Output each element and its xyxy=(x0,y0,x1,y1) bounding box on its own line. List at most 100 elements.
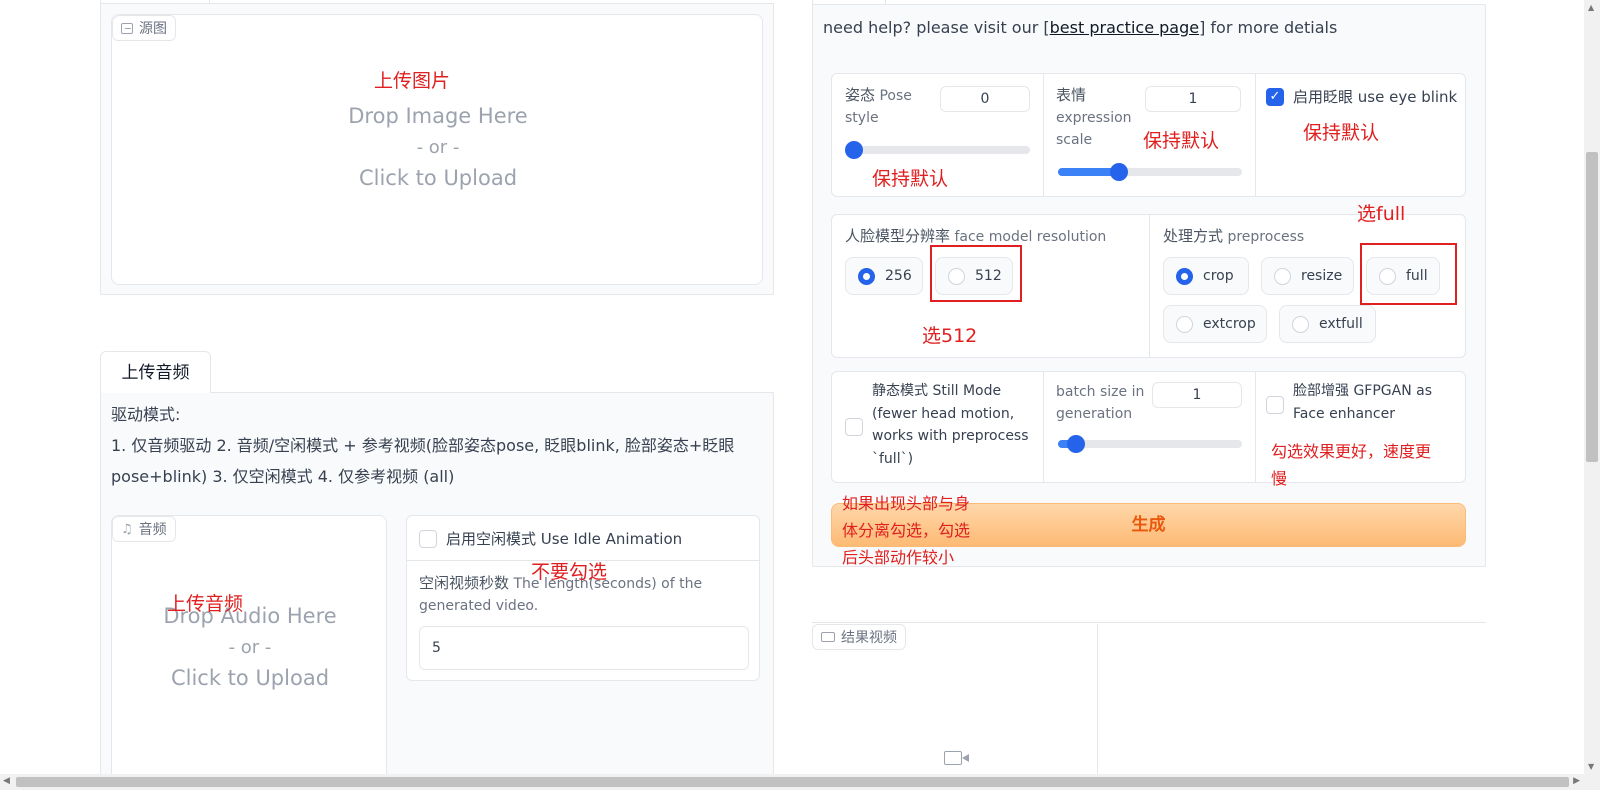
still-mode-checkbox[interactable] xyxy=(845,418,863,436)
preprocess-resize-label: resize xyxy=(1301,268,1343,284)
scroll-up-arrow[interactable]: ▲ xyxy=(1588,3,1594,12)
eye-blink-label: 启用眨眼 use eye blink xyxy=(1293,88,1458,106)
batch-size-input[interactable]: 1 xyxy=(1152,382,1242,408)
pose-label-zh: 姿态 xyxy=(845,86,876,104)
preprocess-label-zh: 处理方式 xyxy=(1163,227,1224,245)
tab-upload-audio[interactable]: 上传音频 xyxy=(100,351,211,394)
annotation-upload-audio: 上传音频 xyxy=(167,593,244,615)
idle-seconds-value: 5 xyxy=(432,640,441,656)
pose-style-input[interactable]: 0 xyxy=(940,86,1030,112)
audio-tag-label: 音频 xyxy=(138,522,167,538)
annotation-choose-full: 选full xyxy=(1357,203,1406,225)
preprocess-crop-radio[interactable] xyxy=(1176,267,1193,285)
annotation-upload-image: 上传图片 xyxy=(374,70,451,92)
annotation-box-512 xyxy=(930,245,1022,302)
preprocess-extfull-radio[interactable] xyxy=(1292,315,1309,333)
result-video-panel: 结果视频 xyxy=(812,624,1098,784)
audio-dropzone[interactable]: ♫ 音频 Drop Audio Here - or - Click to Upl… xyxy=(111,515,387,785)
vertical-scrollbar[interactable]: ▲ ▼ xyxy=(1584,0,1600,774)
audio-click-upload-text: Click to Upload xyxy=(170,666,330,690)
expression-scale-input[interactable]: 1 xyxy=(1145,86,1241,112)
scroll-left-arrow[interactable]: ◀ xyxy=(3,776,10,786)
drive-mode-title: 驱动模式: xyxy=(111,405,181,424)
annotation-head-line1: 如果出现头部与身 xyxy=(842,494,971,513)
preprocess-option-extfull[interactable]: extfull xyxy=(1279,305,1376,343)
help-text: need help? please visit our [best practi… xyxy=(823,18,1337,37)
pose-style-slider[interactable] xyxy=(845,141,1030,159)
expression-scale-slider-thumb[interactable] xyxy=(1109,163,1128,181)
expression-scale-value: 1 xyxy=(1188,91,1198,107)
scroll-right-arrow[interactable]: ▶ xyxy=(1573,776,1580,786)
click-upload-text: Click to Upload xyxy=(358,166,518,190)
preprocess-extcrop-radio[interactable] xyxy=(1176,315,1193,333)
face-res-option-256[interactable]: 256 xyxy=(845,257,923,295)
batch-label-1: batch size in xyxy=(1056,384,1145,400)
audio-section-panel: 驱动模式: 1. 仅音频驱动 2. 音频/空闲模式 + 参考视频(脸部姿态pos… xyxy=(100,393,774,785)
row1-divider-2 xyxy=(1255,74,1256,196)
eye-blink-checkbox[interactable]: ✓ xyxy=(1266,87,1284,106)
annotation-head-note: 如果出现头部与身 体分离勾选，勾选 后头部动作较小 xyxy=(842,490,970,571)
pose-style-slider-thumb[interactable] xyxy=(845,141,863,159)
gfpgan-line1: 脸部增强 GFPGAN as xyxy=(1293,383,1433,399)
annotation-keep-default-expression: 保持默认 xyxy=(1143,130,1220,152)
annotation-head-line3: 后头部动作较小 xyxy=(842,548,955,567)
row3-divider-1 xyxy=(1043,372,1044,482)
generate-button-label: 生成 xyxy=(1131,515,1166,535)
horizontal-scrollbar[interactable]: ◀ ▶ xyxy=(0,774,1600,790)
help-prefix: need help? please visit our [ xyxy=(823,18,1050,37)
annotation-keep-default-blink: 保持默认 xyxy=(1303,122,1380,144)
drop-image-text: Drop Image Here xyxy=(348,104,528,128)
idle-checkbox[interactable] xyxy=(419,529,437,548)
idle-seconds-label-zh: 空闲视频秒数 xyxy=(419,574,510,592)
vertical-scrollbar-thumb[interactable] xyxy=(1586,152,1598,462)
music-icon: ♫ xyxy=(121,521,133,537)
preprocess-option-resize[interactable]: resize xyxy=(1261,257,1354,295)
source-image-tag-label: 源图 xyxy=(139,21,167,37)
expression-label-en2: scale xyxy=(1056,132,1093,148)
batch-size-slider-thumb[interactable] xyxy=(1067,435,1086,453)
idle-seconds-input[interactable]: 5 xyxy=(419,626,749,670)
horizontal-scrollbar-thumb[interactable] xyxy=(16,777,1569,787)
face-res-256-radio[interactable] xyxy=(858,267,875,285)
expression-scale-slider[interactable] xyxy=(1058,163,1242,181)
preprocess-resize-radio[interactable] xyxy=(1274,267,1291,285)
expression-scale-label: 表情 expression scale xyxy=(1056,84,1146,151)
preprocess-extfull-label: extfull xyxy=(1319,316,1363,332)
source-image-panel: 源图 Drop Image Here - or - Click to Uploa… xyxy=(100,3,774,295)
drive-mode-line2: 1. 仅音频驱动 2. 音频/空闲模式 + 参考视频(脸部姿态pose, 眨眼b… xyxy=(111,436,735,455)
tab-upload-audio-label: 上传音频 xyxy=(121,363,190,383)
preprocess-label: 处理方式 preprocess xyxy=(1163,225,1304,248)
image-icon xyxy=(121,22,133,34)
expression-label-en1: expression xyxy=(1056,110,1132,126)
source-image-drop-text: Drop Image Here - or - Click to Upload xyxy=(112,101,764,194)
scroll-down-arrow[interactable]: ▼ xyxy=(1588,762,1594,771)
best-practice-link[interactable]: best practice page xyxy=(1050,18,1199,37)
face-res-label-en: face model resolution xyxy=(954,229,1107,245)
batch-size-value: 1 xyxy=(1192,387,1202,403)
source-image-dropzone[interactable]: 源图 Drop Image Here - or - Click to Uploa… xyxy=(111,14,763,285)
batch-size-slider[interactable] xyxy=(1058,435,1242,453)
eye-blink-row[interactable]: ✓ 启用眨眼 use eye blink xyxy=(1266,86,1457,107)
idle-checkbox-label: 启用空闲模式 Use Idle Animation xyxy=(446,530,683,548)
preprocess-option-extcrop[interactable]: extcrop xyxy=(1163,305,1267,343)
still-mode-line3: works with preprocess xyxy=(872,428,1029,444)
idle-checkbox-row[interactable]: 启用空闲模式 Use Idle Animation xyxy=(419,528,682,549)
pose-style-value: 0 xyxy=(980,91,990,107)
expression-label-zh: 表情 xyxy=(1056,86,1087,104)
annotation-keep-default-pose: 保持默认 xyxy=(872,168,949,190)
gfpgan-checkbox[interactable] xyxy=(1266,396,1284,414)
batch-label-2: generation xyxy=(1056,406,1133,422)
annotation-enhance-line2: 慢 xyxy=(1271,469,1288,488)
batch-size-label: batch size in generation xyxy=(1056,381,1144,425)
audio-tag: ♫ 音频 xyxy=(112,516,176,542)
idle-settings-card: 启用空闲模式 Use Idle Animation 空闲视频秒数 The len… xyxy=(406,515,760,681)
face-res-label-zh: 人脸模型分辨率 xyxy=(845,227,951,245)
drive-mode-line3: pose+blink) 3. 仅空闲模式 4. 仅参考视频 (all) xyxy=(111,467,455,486)
result-video-tag: 结果视频 xyxy=(812,624,906,650)
drive-mode-text: 驱动模式: 1. 仅音频驱动 2. 音频/空闲模式 + 参考视频(脸部姿态pos… xyxy=(111,399,771,492)
annotation-dont-check: 不要勾选 xyxy=(531,561,608,583)
pose-style-label: 姿态 Pose style xyxy=(845,84,935,129)
preprocess-option-crop[interactable]: crop xyxy=(1163,257,1249,295)
audio-drop-text: Drop Audio Here - or - Click to Upload xyxy=(112,601,388,694)
audio-drop-or-text: - or - xyxy=(228,637,272,658)
